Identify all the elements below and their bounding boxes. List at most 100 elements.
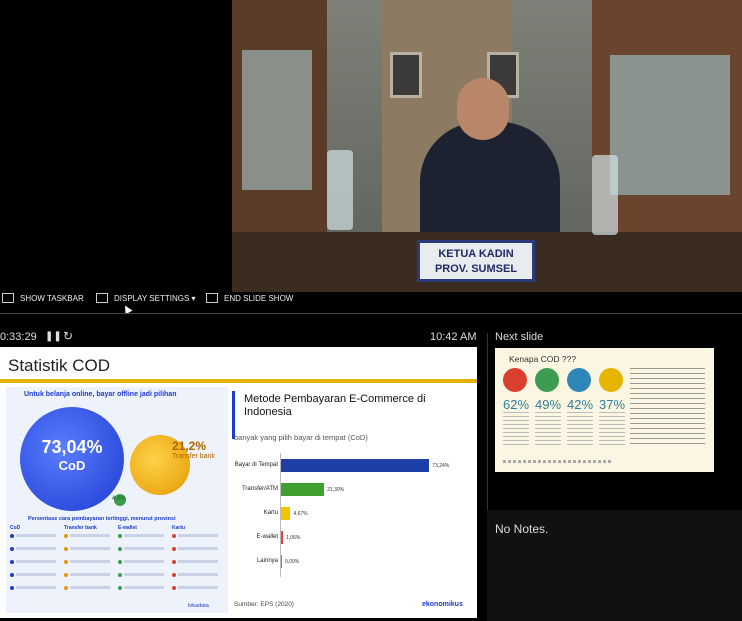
brand-logo: ekonomikus xyxy=(422,601,463,608)
bar-label: Bayar di Tempat xyxy=(234,462,278,468)
province-dot xyxy=(64,573,68,577)
province-dot xyxy=(64,547,68,551)
chart-source: Sumber: EPS (2020) xyxy=(234,601,294,608)
display-settings-label: DISPLAY SETTINGS ▾ xyxy=(114,293,196,303)
notes-text: No Notes. xyxy=(495,522,549,536)
province-dot xyxy=(118,547,122,551)
province-dot xyxy=(64,534,68,538)
province-row xyxy=(70,586,110,589)
end-slide-show-button[interactable]: END SLIDE SHOW xyxy=(206,293,293,303)
nameplate-line2: PROV. SUMSEL xyxy=(434,263,518,275)
bar xyxy=(281,483,325,496)
payment-chart: Metode Pembayaran E-Commerce di Indonesi… xyxy=(232,387,472,613)
province-dot xyxy=(10,547,14,551)
province-dot xyxy=(172,573,176,577)
bar xyxy=(281,507,291,520)
water-bottle xyxy=(592,155,618,235)
reason-text xyxy=(535,412,561,448)
province-row xyxy=(16,560,56,563)
clock: 10:42 AM xyxy=(430,331,477,343)
bar xyxy=(281,459,430,472)
province-dot xyxy=(172,560,176,564)
province-row xyxy=(16,547,56,550)
title-underline xyxy=(0,379,477,383)
elapsed-time: 0:33:29 xyxy=(0,331,37,343)
chart-subtitle: banyak yang pilih bayar di tempat (CoD) xyxy=(234,433,368,442)
reason-icon xyxy=(599,368,623,392)
province-dot xyxy=(172,534,176,538)
reason-text xyxy=(567,412,593,448)
show-taskbar-button[interactable]: SHOW TASKBAR xyxy=(2,293,84,303)
province-row xyxy=(124,573,164,576)
reset-timer-icon[interactable]: ↻ xyxy=(63,329,73,343)
reason-percent: 62% xyxy=(503,397,530,412)
show-taskbar-label: SHOW TASKBAR xyxy=(20,293,84,303)
province-dot xyxy=(118,573,122,577)
bar-label: Transfer/ATM xyxy=(241,486,278,492)
province-row xyxy=(16,573,56,576)
reason-text xyxy=(599,412,625,448)
reason-icon xyxy=(567,368,591,392)
province-dot xyxy=(118,534,122,538)
notes-pane[interactable]: No Notes. xyxy=(487,510,742,621)
nameplate: KETUA KADIN PROV. SUMSEL xyxy=(417,240,535,282)
bar xyxy=(281,531,284,544)
province-row xyxy=(70,560,110,563)
province-row xyxy=(16,586,56,589)
bar-value: 73,24% xyxy=(432,463,450,469)
province-row xyxy=(16,534,56,537)
bar xyxy=(281,555,282,568)
next-slide-title: Kenapa COD ??? xyxy=(509,354,577,364)
next-slide-preview[interactable]: Kenapa COD ??? 62% 49% 42% 37% xyxy=(495,348,714,472)
reason-text xyxy=(503,412,529,448)
cod-percent: 73,04% xyxy=(41,437,103,457)
province-row xyxy=(178,534,218,537)
province-table: CoD Transfer bank E-wallet Kartu xyxy=(10,525,224,605)
reason-icon xyxy=(503,368,527,392)
province-row xyxy=(124,560,164,563)
transfer-percent: 21,2% xyxy=(172,439,207,453)
end-slide-show-label: END SLIDE SHOW xyxy=(224,293,294,303)
province-row xyxy=(124,534,164,537)
province-dot xyxy=(118,560,122,564)
slide-title: Statistik COD xyxy=(8,356,111,375)
next-slide-footer xyxy=(503,460,613,463)
lokadata-logo: lokadata xyxy=(188,603,209,609)
current-slide: Statistik COD Untuk belanja online, baya… xyxy=(0,347,477,618)
speaker-head xyxy=(457,78,509,140)
province-col-header: Kartu xyxy=(172,525,186,531)
display-settings-button[interactable]: DISPLAY SETTINGS ▾ xyxy=(96,293,196,303)
reason-percent: 49% xyxy=(535,397,562,412)
province-dot xyxy=(10,573,14,577)
next-slide-bullets xyxy=(630,368,705,446)
bar-value: 4,67% xyxy=(293,511,308,517)
water-bottle xyxy=(327,150,353,230)
province-row xyxy=(70,573,110,576)
cod-label: CoD xyxy=(58,458,86,473)
province-dot xyxy=(10,534,14,538)
province-row xyxy=(124,547,164,550)
province-dot xyxy=(64,586,68,590)
province-col-header: Transfer bank xyxy=(64,525,97,531)
bar-label: E-wallet xyxy=(256,534,278,540)
province-row xyxy=(70,534,110,537)
display-icon xyxy=(96,293,108,303)
pause-icon[interactable]: ❚❚ xyxy=(45,331,62,342)
province-row xyxy=(178,586,218,589)
speaker xyxy=(420,122,560,242)
bar-value: 1,06% xyxy=(286,535,301,541)
province-row xyxy=(178,573,218,576)
taskbar-icon xyxy=(2,293,14,303)
bar-value: 0,09% xyxy=(285,559,300,565)
infographic-subtitle: Untuk belanja online, bayar offline jadi… xyxy=(24,391,177,398)
reason-percent: 37% xyxy=(599,397,626,412)
bar-label: Lainnya xyxy=(256,558,278,564)
bar-value: 21,30% xyxy=(327,487,345,493)
webcam-video: KETUA KADIN PROV. SUMSEL xyxy=(232,0,742,292)
ewallet-percent: 4,6% xyxy=(112,496,126,502)
province-col-header: E-wallet xyxy=(118,525,137,531)
province-row xyxy=(178,547,218,550)
toolbar-divider xyxy=(0,313,742,314)
province-dot xyxy=(10,560,14,564)
reason-percent: 42% xyxy=(567,397,594,412)
